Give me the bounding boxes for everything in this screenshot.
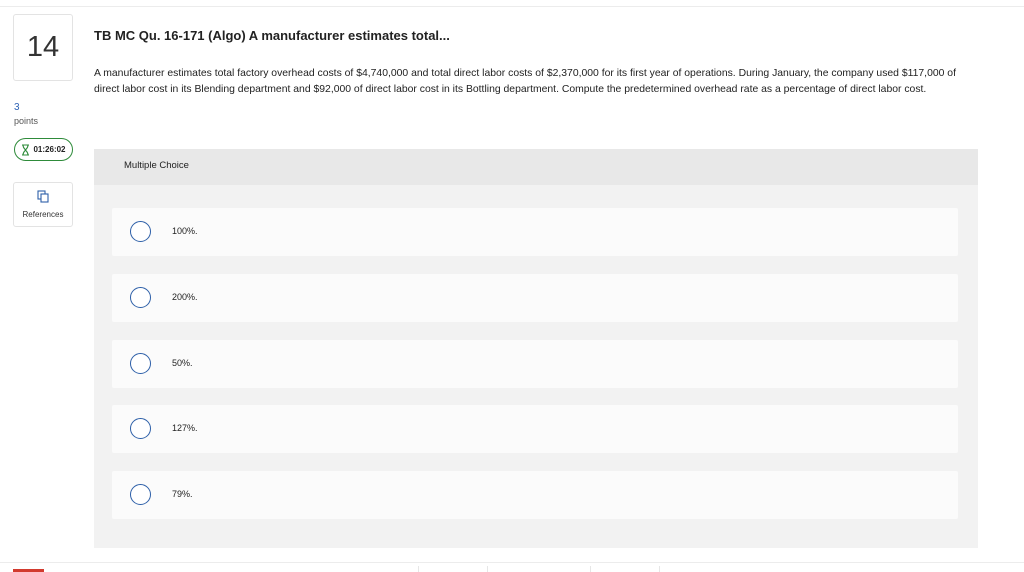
choice-text: 100%. (172, 226, 198, 236)
question-body: A manufacturer estimates total factory o… (94, 68, 956, 95)
question-title: TB MC Qu. 16-171 (Algo) A manufacturer e… (94, 28, 450, 43)
multiple-choice-header (94, 149, 978, 185)
references-button[interactable]: References (13, 182, 73, 227)
radio-button[interactable] (130, 287, 151, 308)
top-divider (0, 6, 1024, 7)
copy-pages-icon (37, 190, 49, 205)
bottom-divider (0, 562, 1024, 563)
radio-button[interactable] (130, 353, 151, 374)
choice-option[interactable]: 100%. (112, 208, 958, 256)
hourglass-icon (21, 143, 30, 156)
radio-button[interactable] (130, 484, 151, 505)
points-value: 3 (14, 102, 20, 113)
choice-text: 200%. (172, 292, 198, 302)
radio-button[interactable] (130, 418, 151, 439)
choice-option[interactable]: 200%. (112, 274, 958, 322)
timer-badge[interactable]: 01:26:02 (14, 138, 73, 161)
radio-button[interactable] (130, 221, 151, 242)
question-number: 14 (13, 14, 73, 81)
choice-option[interactable]: 127%. (112, 405, 958, 453)
choice-option[interactable]: 50%. (112, 340, 958, 388)
points-label: points (14, 116, 39, 126)
choice-text: 127%. (172, 423, 198, 433)
references-label: References (22, 210, 64, 219)
choice-option[interactable]: 79%. (112, 471, 958, 519)
choice-text: 79%. (172, 489, 193, 499)
question-number-text: 14 (26, 31, 60, 63)
timer-text: 01:26:02 (33, 145, 66, 154)
multiple-choice-label: Multiple Choice (124, 160, 189, 171)
choice-text: 50%. (172, 358, 193, 368)
